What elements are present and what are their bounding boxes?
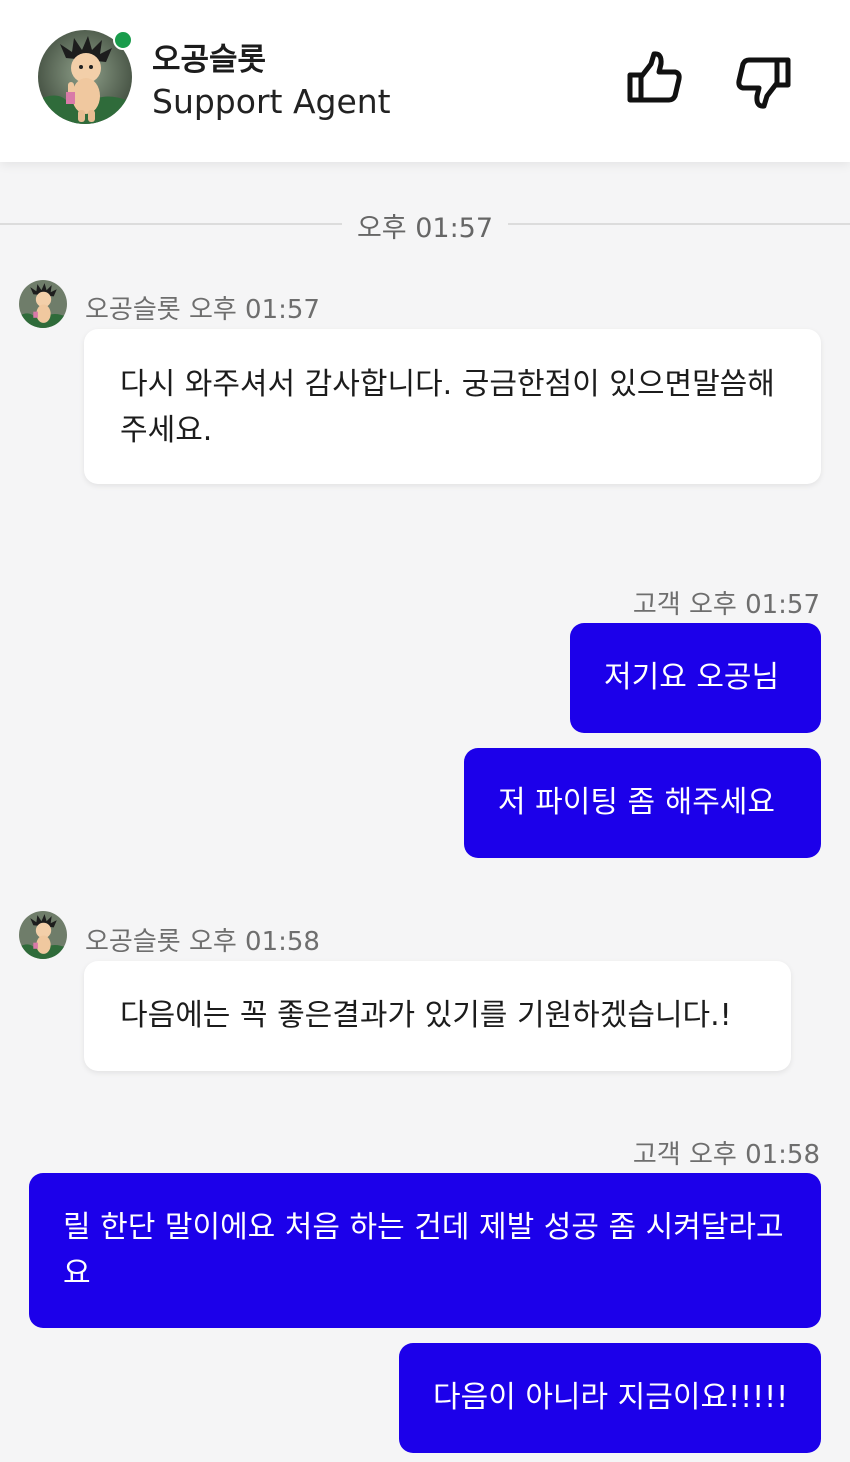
thumbs-down-icon (736, 57, 791, 109)
user-message-bubble: 저기요 오공님 (570, 623, 821, 733)
agent-avatar-small (19, 280, 67, 328)
divider-line (508, 223, 850, 225)
message-meta: 오공슬롯 오후 01:58 (85, 927, 320, 957)
user-message-bubble: 저 파이팅 좀 해주세요 (464, 748, 821, 858)
message-meta: 오공슬롯 오후 01:57 (85, 295, 320, 325)
divider-time: 오후 01:57 (356, 213, 494, 244)
agent-name: 오공슬롯 (152, 42, 267, 78)
agent-message-bubble: 다시 와주셔서 감사합니다. 궁금한점이 있으면말씀해주세요. (84, 329, 821, 484)
online-status-dot (113, 30, 133, 50)
message-meta: 고객 오후 01:58 (632, 1140, 820, 1170)
thumbs-up-icon (627, 51, 682, 103)
dislike-button[interactable] (733, 50, 793, 110)
like-button[interactable] (625, 50, 685, 110)
user-message-bubble: 릴 한단 말이에요 처음 하는 건데 제발 성공 좀 시켜달라고요 (29, 1173, 821, 1328)
divider-line (0, 223, 342, 225)
agent-role: Support Agent (152, 82, 391, 121)
agent-avatar-small (19, 911, 67, 959)
message-meta: 고객 오후 01:57 (632, 590, 820, 620)
user-message-bubble: 다음이 아니라 지금이요!!!!! (399, 1343, 821, 1453)
date-divider: 오후 01:57 (0, 204, 850, 244)
chat-header: 오공슬롯 Support Agent (0, 0, 850, 162)
agent-message-bubble: 다음에는 꼭 좋은결과가 있기를 기원하겠습니다.! (84, 961, 791, 1071)
